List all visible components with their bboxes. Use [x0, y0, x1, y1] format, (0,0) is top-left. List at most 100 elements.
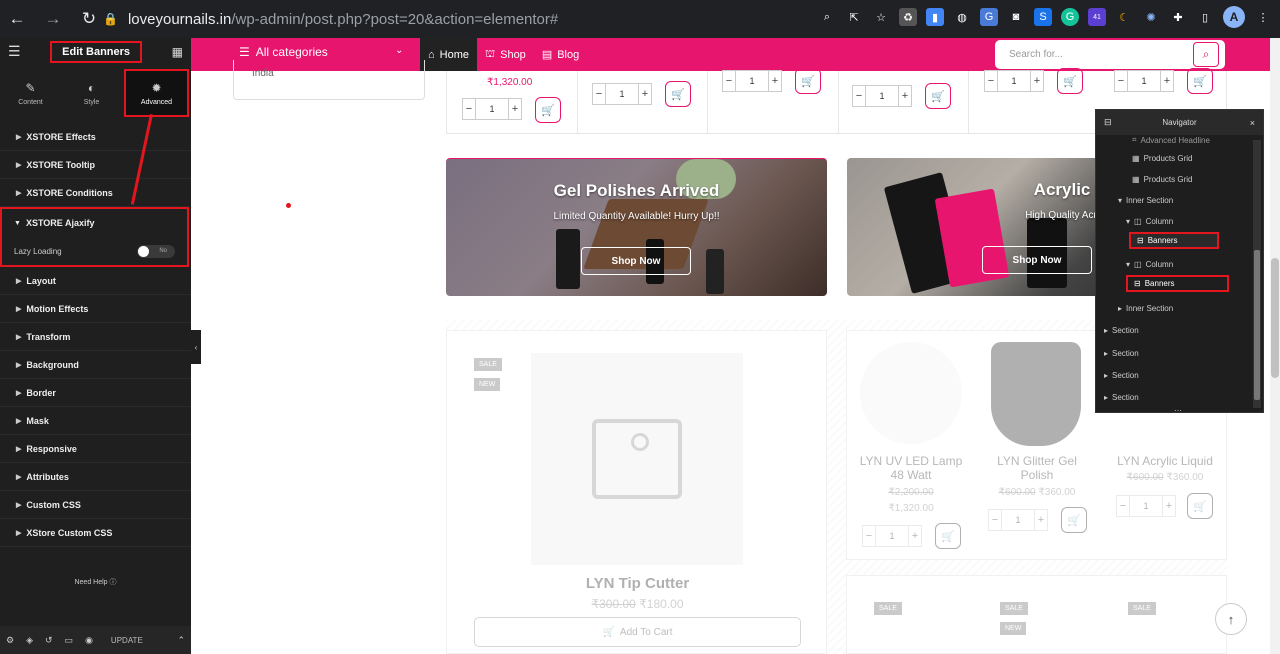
add-to-cart-button[interactable]: 🛒 — [1187, 68, 1213, 94]
add-to-cart-button[interactable]: 🛒 — [1061, 507, 1087, 533]
kebab-menu-icon[interactable]: ⋮ — [1254, 8, 1272, 26]
extensions-puzzle-icon[interactable]: ✚ — [1169, 8, 1187, 26]
forward-icon[interactable]: → — [40, 9, 66, 29]
chevron-up-icon[interactable]: ⌃ — [177, 635, 185, 646]
quantity-stepper[interactable]: −1 + — [1116, 495, 1176, 517]
plus-icon[interactable]: + — [898, 85, 912, 107]
add-to-cart-button[interactable]: 🛒 — [935, 523, 961, 549]
section-xstore-custom-css[interactable]: ▶ XStore Custom CSS — [0, 519, 191, 547]
search-button[interactable]: ⌕ — [1193, 42, 1219, 67]
resize-handle-icon[interactable]: ⋯ — [1174, 406, 1182, 415]
nav-item-products-grid[interactable]: ▦ Products Grid — [1132, 175, 1192, 184]
plus-icon[interactable]: + — [1030, 70, 1044, 92]
page-scrollbar-thumb[interactable] — [1271, 258, 1279, 378]
product-name[interactable]: LYN Tip Cutter — [447, 575, 828, 592]
section-responsive[interactable]: ▶ Responsive — [0, 435, 191, 463]
section-xstore-tooltip[interactable]: ▶ XSTORE Tooltip — [0, 151, 191, 179]
nav-item-banners-selected[interactable]: ⊟ Banners — [1129, 232, 1219, 249]
extension-grammarly-icon[interactable]: G — [1061, 8, 1079, 26]
add-to-cart-button[interactable]: 🛒 Add To Cart — [474, 617, 801, 647]
menu-item-blog[interactable]: ▤ Blog — [534, 38, 587, 71]
nav-item-column[interactable]: ▾ ◫ Column — [1126, 260, 1173, 269]
minus-icon[interactable]: − — [592, 83, 606, 105]
preview-eye-icon[interactable]: ◉ — [85, 635, 93, 646]
quantity-stepper[interactable]: −1 + — [984, 70, 1044, 92]
share-icon[interactable]: ⇱ — [845, 8, 863, 26]
plus-icon[interactable]: + — [1160, 70, 1174, 92]
shop-now-button[interactable]: Shop Now — [581, 247, 691, 275]
minus-icon[interactable]: − — [722, 70, 736, 92]
minus-icon[interactable]: − — [1114, 70, 1128, 92]
profile-avatar[interactable]: A — [1223, 6, 1245, 28]
nav-item-section[interactable]: ▸ Section — [1104, 349, 1139, 358]
add-to-cart-button[interactable]: 🛒 — [1187, 493, 1213, 519]
section-motion-effects[interactable]: ▶ Motion Effects — [0, 295, 191, 323]
plus-icon[interactable]: + — [1162, 495, 1176, 517]
shop-now-button[interactable]: Shop Now — [982, 246, 1092, 274]
zoom-icon[interactable]: ⌕ — [818, 8, 836, 26]
section-mask[interactable]: ▶ Mask — [0, 407, 191, 435]
extension-globe-icon[interactable]: ◍ — [953, 8, 971, 26]
section-ajaxify-header[interactable]: ▼ XSTORE Ajaxify — [2, 209, 187, 237]
add-to-cart-button[interactable]: 🛒 — [1057, 68, 1083, 94]
lazy-loading-toggle[interactable]: No — [137, 244, 175, 258]
section-layout[interactable]: ▶ Layout — [0, 267, 191, 295]
extension-s-icon[interactable]: S — [1034, 8, 1052, 26]
nav-item-section[interactable]: ▸ Section — [1104, 326, 1139, 335]
nav-item-banners[interactable]: ⊟ Banners — [1126, 275, 1229, 292]
plus-icon[interactable]: + — [638, 83, 652, 105]
tab-style[interactable]: ◐ Style — [61, 69, 122, 117]
minus-icon[interactable]: − — [1116, 495, 1130, 517]
quantity-stepper[interactable]: −1 + — [462, 98, 522, 120]
nav-item-section[interactable]: ▸ Section — [1104, 371, 1139, 380]
need-help-link[interactable]: Need Help ⓘ — [0, 577, 191, 587]
nav-item-column[interactable]: ▾ ◫ Column — [1126, 217, 1173, 226]
product-name[interactable]: LYN Glitter Gel Polish — [982, 454, 1092, 482]
responsive-mode-icon[interactable]: ▭ — [65, 635, 74, 646]
minus-icon[interactable]: − — [862, 525, 876, 547]
address-bar[interactable]: 🔒 loveyournails.in/wp-admin/post.php?pos… — [103, 5, 855, 33]
all-categories-dropdown[interactable]: ☰ All categories ⌄ — [239, 45, 403, 59]
add-to-cart-button[interactable]: 🛒 — [925, 83, 951, 109]
extension-recycle-icon[interactable]: ♻ — [899, 8, 917, 26]
extension-badge-icon[interactable]: 41 — [1088, 8, 1106, 26]
product-name[interactable]: LYN Acrylic Liquid — [1110, 454, 1220, 468]
section-xstore-effects[interactable]: ▶ XSTORE Effects — [0, 123, 191, 151]
menu-item-home[interactable]: ⌂ Home — [420, 38, 477, 71]
section-attributes[interactable]: ▶ Attributes — [0, 463, 191, 491]
back-to-top-button[interactable]: ↑ — [1215, 603, 1247, 635]
nav-item-advanced-headline[interactable]: ⌗ Advanced Headline — [1132, 135, 1210, 145]
add-to-cart-button[interactable]: 🛒 — [795, 68, 821, 94]
extension-translate-icon[interactable]: G — [980, 8, 998, 26]
section-xstore-conditions[interactable]: ▶ XSTORE Conditions — [0, 179, 191, 207]
widgets-grid-icon[interactable]: ▦ — [172, 45, 183, 59]
quantity-stepper[interactable]: −1 + — [852, 85, 912, 107]
quantity-stepper[interactable]: −1 + — [988, 509, 1048, 531]
layers-icon[interactable]: ◈ — [26, 635, 33, 646]
quantity-stepper[interactable]: −1 + — [862, 525, 922, 547]
extension-camera-icon[interactable]: ◙ — [1007, 8, 1025, 26]
tab-advanced[interactable]: ✹ Advanced — [124, 69, 189, 117]
plus-icon[interactable]: + — [908, 525, 922, 547]
search-input[interactable]: Search for... ⌕ — [995, 40, 1225, 69]
settings-icon[interactable]: ⚙ — [6, 635, 14, 646]
quantity-stepper[interactable]: −1 + — [722, 70, 782, 92]
scrollbar-thumb[interactable] — [1254, 250, 1260, 400]
side-panel-icon[interactable]: ▯ — [1196, 8, 1214, 26]
nav-item-inner-section[interactable]: ▾ Inner Section — [1118, 196, 1173, 205]
plus-icon[interactable]: + — [768, 70, 782, 92]
page-scrollbar[interactable] — [1270, 38, 1280, 654]
section-custom-css[interactable]: ▶ Custom CSS — [0, 491, 191, 519]
tab-content[interactable]: ✎ Content — [0, 69, 61, 117]
product-name[interactable]: LYN UV LED Lamp 48 Watt — [856, 454, 966, 482]
nav-item-products-grid[interactable]: ▦ Products Grid — [1132, 154, 1192, 163]
extension-docs-icon[interactable]: ▮ — [926, 8, 944, 26]
section-background[interactable]: ▶ Background — [0, 351, 191, 379]
minus-icon[interactable]: − — [852, 85, 866, 107]
collapse-all-icon[interactable]: ⊟ — [1104, 117, 1112, 128]
navigator-scrollbar[interactable] — [1253, 140, 1261, 408]
add-to-cart-button[interactable]: 🛒 — [665, 81, 691, 107]
quantity-stepper[interactable]: −1 + — [1114, 70, 1174, 92]
minus-icon[interactable]: − — [984, 70, 998, 92]
history-icon[interactable]: ↺ — [45, 635, 53, 646]
